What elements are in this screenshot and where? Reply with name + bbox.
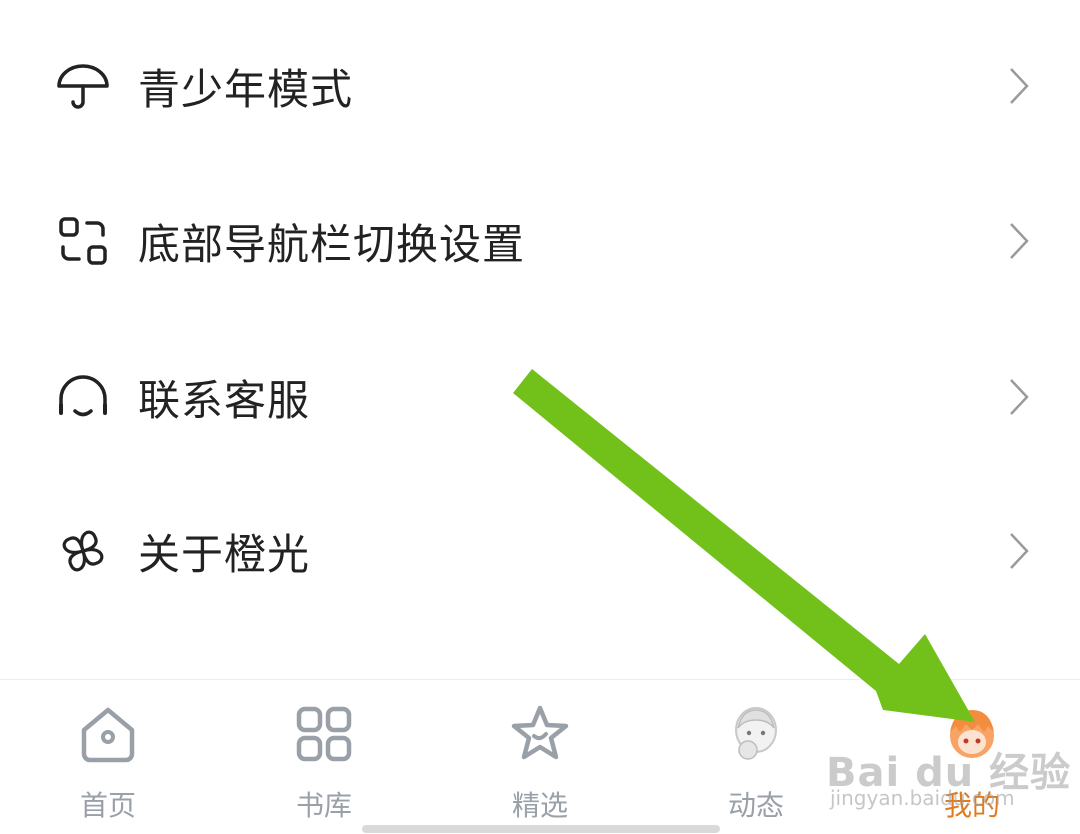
menu-item-teen-mode[interactable]: 青少年模式 xyxy=(0,26,1080,146)
tab-label: 动态 xyxy=(727,789,784,822)
grid-icon xyxy=(296,706,352,762)
home-indicator[interactable] xyxy=(362,825,720,833)
menu-item-label: 联系客服 xyxy=(138,375,311,425)
tab-home[interactable]: 首页 xyxy=(18,680,198,834)
tab-label: 精选 xyxy=(511,789,568,822)
home-icon xyxy=(81,707,135,763)
menu-item-about[interactable]: 关于橙光 xyxy=(0,491,1080,611)
tab-library[interactable]: 书库 xyxy=(234,680,414,834)
star-icon xyxy=(511,705,569,760)
menu-item-nav-settings[interactable]: 底部导航栏切换设置 xyxy=(0,181,1080,301)
switch-icon xyxy=(59,217,107,265)
baidu-watermark-url: jingyan.baidu.com xyxy=(830,786,1015,810)
menu-item-label: 青少年模式 xyxy=(138,64,354,114)
clover-icon xyxy=(62,530,104,572)
chevron-right-icon xyxy=(1010,379,1029,415)
menu-item-label: 底部导航栏切换设置 xyxy=(138,219,526,269)
chevron-right-icon xyxy=(1010,223,1029,259)
tab-feed[interactable]: 动态 xyxy=(666,680,846,834)
umbrella-icon xyxy=(57,64,109,109)
tab-label: 首页 xyxy=(79,789,136,822)
chevron-right-icon xyxy=(1010,68,1029,104)
menu-item-customer-service[interactable]: 联系客服 xyxy=(0,337,1080,457)
tab-featured[interactable]: 精选 xyxy=(450,680,630,834)
headset-icon xyxy=(59,375,107,417)
chevron-right-icon xyxy=(1010,533,1029,569)
avatar-icon xyxy=(735,707,777,760)
menu-item-label: 关于橙光 xyxy=(138,529,311,579)
tab-label: 书库 xyxy=(295,789,352,822)
